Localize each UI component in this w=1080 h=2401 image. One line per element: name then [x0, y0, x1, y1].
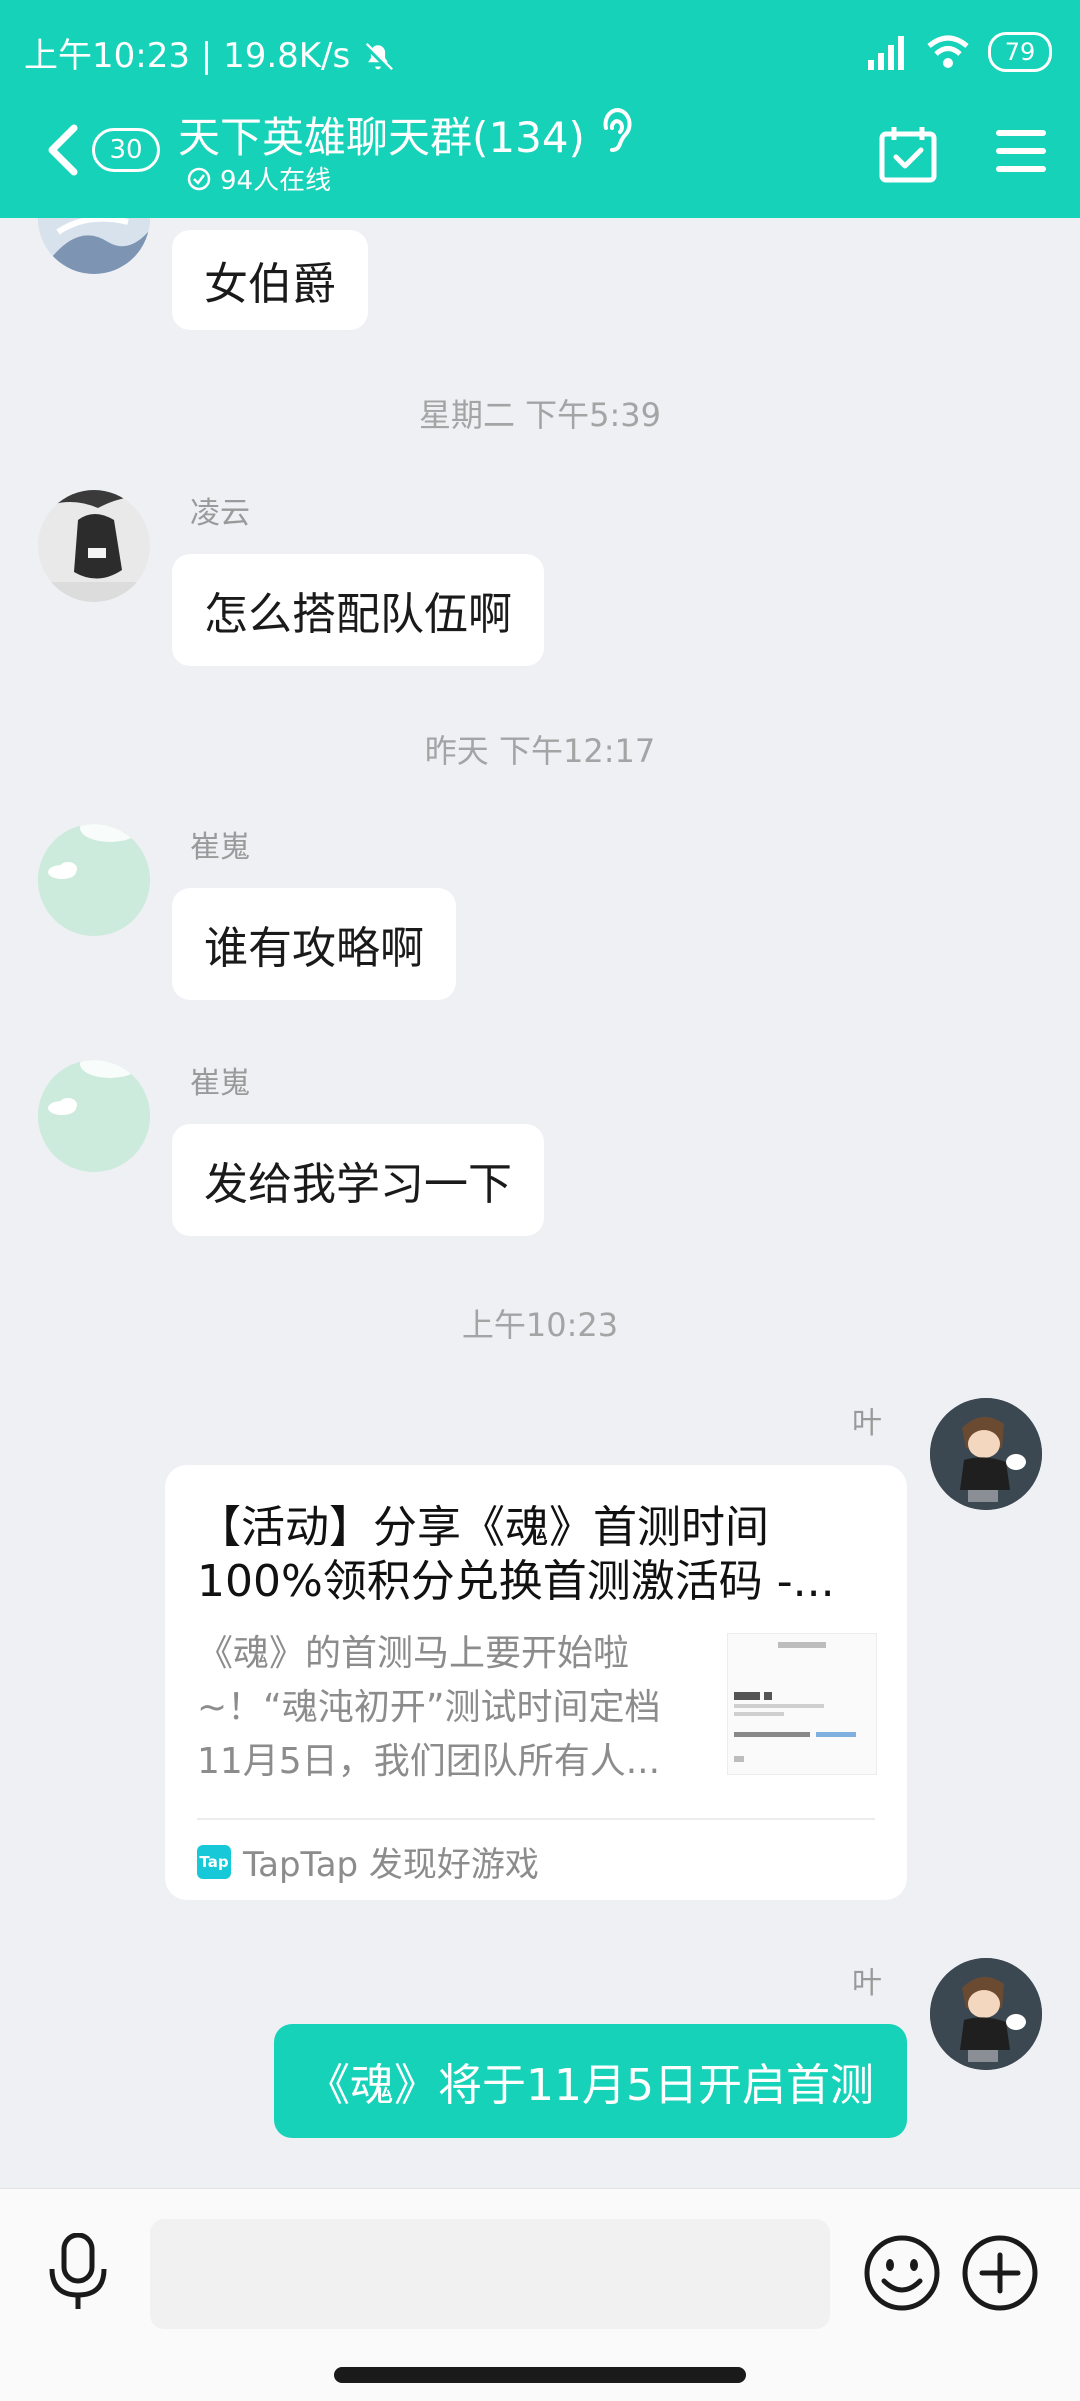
- status-separator: |: [200, 36, 224, 76]
- sender-name: 崔嵬: [190, 1066, 250, 1101]
- message-bubble[interactable]: 发给我学习一下: [172, 1124, 544, 1236]
- avatar[interactable]: [38, 490, 150, 602]
- message-text: 《魂》将于11月5日开启首测: [306, 2060, 874, 2111]
- emoji-icon[interactable]: [862, 2233, 942, 2313]
- avatar-image: [38, 218, 150, 274]
- net-speed: 19.8K/s: [223, 36, 351, 76]
- avatar[interactable]: [38, 1060, 150, 1172]
- timestamp: 昨天 下午12:17: [424, 732, 656, 770]
- status-bar: 上午10:23 | 19.8K/s 79: [0, 0, 1080, 100]
- status-time: 上午10:23: [24, 36, 190, 76]
- message-text: 怎么搭配队伍啊: [204, 589, 512, 640]
- taptap-logo-icon: Tap: [197, 1844, 231, 1879]
- ear-icon[interactable]: [596, 108, 634, 154]
- avatar-image: [38, 1060, 150, 1172]
- microphone-icon[interactable]: [44, 2233, 112, 2313]
- sender-name: 崔嵬: [190, 830, 250, 865]
- status-right: 79: [866, 30, 1052, 74]
- unread-badge[interactable]: 30: [92, 128, 160, 172]
- message-bubble[interactable]: 《魂》将于11月5日开启首测: [274, 2024, 907, 2138]
- calendar-check-icon[interactable]: [878, 124, 938, 184]
- check-circle-icon: [187, 167, 211, 190]
- card-thumbnail: [727, 1633, 877, 1775]
- message-text: 女伯爵: [204, 259, 336, 310]
- wifi-icon: [927, 35, 969, 68]
- message-bubble[interactable]: 怎么搭配队伍啊: [172, 554, 544, 666]
- sender-name: 叶: [852, 1406, 882, 1441]
- message-bubble[interactable]: 谁有攻略啊: [172, 888, 456, 1000]
- card-title: 【活动】分享《魂》首测时间100%领积分兑换首测激活码 -...: [197, 1502, 835, 1607]
- thumbnail-image: [728, 1634, 876, 1774]
- card-divider: [197, 1818, 875, 1820]
- mute-icon: [363, 42, 394, 72]
- card-source: Tap TapTap 发现好游戏: [197, 1837, 539, 1886]
- battery-icon: 79: [988, 32, 1052, 72]
- avatar-image: [38, 824, 150, 936]
- avatar-image: [930, 1958, 1042, 2070]
- message-input[interactable]: [150, 2219, 830, 2329]
- avatar[interactable]: [38, 218, 150, 274]
- menu-icon[interactable]: [996, 128, 1046, 174]
- taptap-logo-text: Tap: [199, 1852, 229, 1871]
- timestamp: 星期二 下午5:39: [418, 396, 662, 434]
- input-bar: [0, 2188, 1080, 2401]
- page-title[interactable]: 天下英雄聊天群(134): [178, 104, 585, 165]
- home-indicator[interactable]: [334, 2367, 746, 2383]
- sender-name: 凌云: [190, 496, 250, 531]
- battery-level: 79: [1004, 38, 1036, 66]
- link-card[interactable]: 【活动】分享《魂》首测时间100%领积分兑换首测激活码 -... 《魂》的首测马…: [165, 1465, 907, 1900]
- top-bar: 上午10:23 | 19.8K/s 79 30 天下英雄聊天群(134) 94人…: [0, 0, 1080, 218]
- sender-name: 叶: [852, 1966, 882, 2001]
- message-text: 发给我学习一下: [204, 1159, 512, 1210]
- status-left: 上午10:23 | 19.8K/s: [24, 28, 395, 77]
- online-status: 94人在线: [186, 160, 331, 197]
- chat-messages[interactable]: 女伯爵 星期二 下午5:39 凌云 怎么搭配队伍啊 昨天 下午12:17 崔嵬 …: [0, 218, 1080, 2188]
- unread-count: 30: [109, 135, 143, 165]
- avatar[interactable]: [930, 1398, 1042, 1510]
- message-text: 谁有攻略啊: [204, 923, 424, 974]
- add-icon[interactable]: [960, 2233, 1040, 2313]
- avatar-image: [930, 1398, 1042, 1510]
- avatar[interactable]: [38, 824, 150, 936]
- card-source-label: TapTap 发现好游戏: [243, 1845, 539, 1885]
- card-description: 《魂》的首测马上要开始啦~！“魂沌初开”测试时间定档11月5日，我们团队所有人.…: [197, 1633, 661, 1782]
- chat-header: 30 天下英雄聊天群(134) 94人在线: [0, 100, 1080, 218]
- avatar-image: [38, 490, 150, 602]
- online-count: 94人在线: [220, 166, 332, 196]
- timestamp: 上午10:23: [461, 1306, 619, 1344]
- message-bubble[interactable]: 女伯爵: [172, 230, 368, 330]
- avatar[interactable]: [930, 1958, 1042, 2070]
- signal-icon: [868, 36, 904, 70]
- back-arrow-icon[interactable]: [44, 120, 84, 180]
